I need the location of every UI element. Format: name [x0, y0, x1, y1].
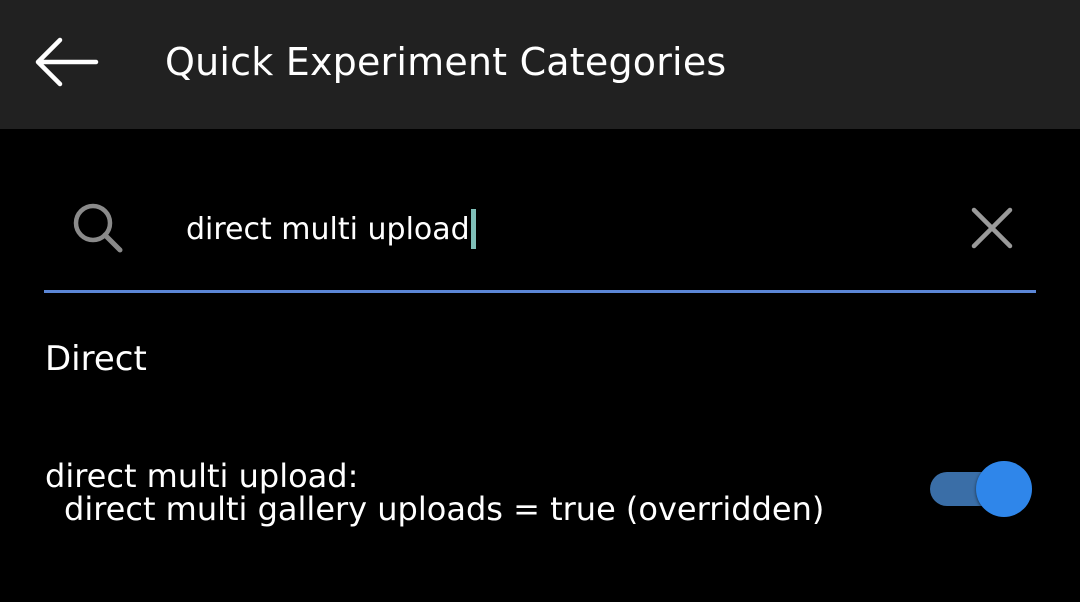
search-underline [44, 290, 1036, 293]
search-input-value: direct multi upload [186, 211, 470, 247]
experiment-param: direct multi gallery uploads = true (ove… [64, 490, 825, 528]
back-button[interactable] [22, 22, 108, 102]
quick-experiment-categories-screen: Quick Experiment Categories direct multi… [0, 0, 1080, 602]
page-title: Quick Experiment Categories [165, 40, 727, 84]
section-header: Direct [45, 339, 147, 379]
close-icon [971, 207, 1013, 249]
clear-search-button[interactable] [962, 198, 1022, 258]
search-icon [66, 196, 130, 260]
top-app-bar: Quick Experiment Categories [0, 0, 1080, 129]
search-input[interactable]: direct multi upload [186, 205, 476, 253]
toggle-thumb [976, 461, 1032, 517]
list-item[interactable]: direct multi upload: direct multi galler… [0, 440, 1080, 550]
experiment-toggle[interactable] [928, 460, 1034, 517]
arrow-left-icon [35, 37, 99, 87]
text-cursor [470, 209, 476, 249]
